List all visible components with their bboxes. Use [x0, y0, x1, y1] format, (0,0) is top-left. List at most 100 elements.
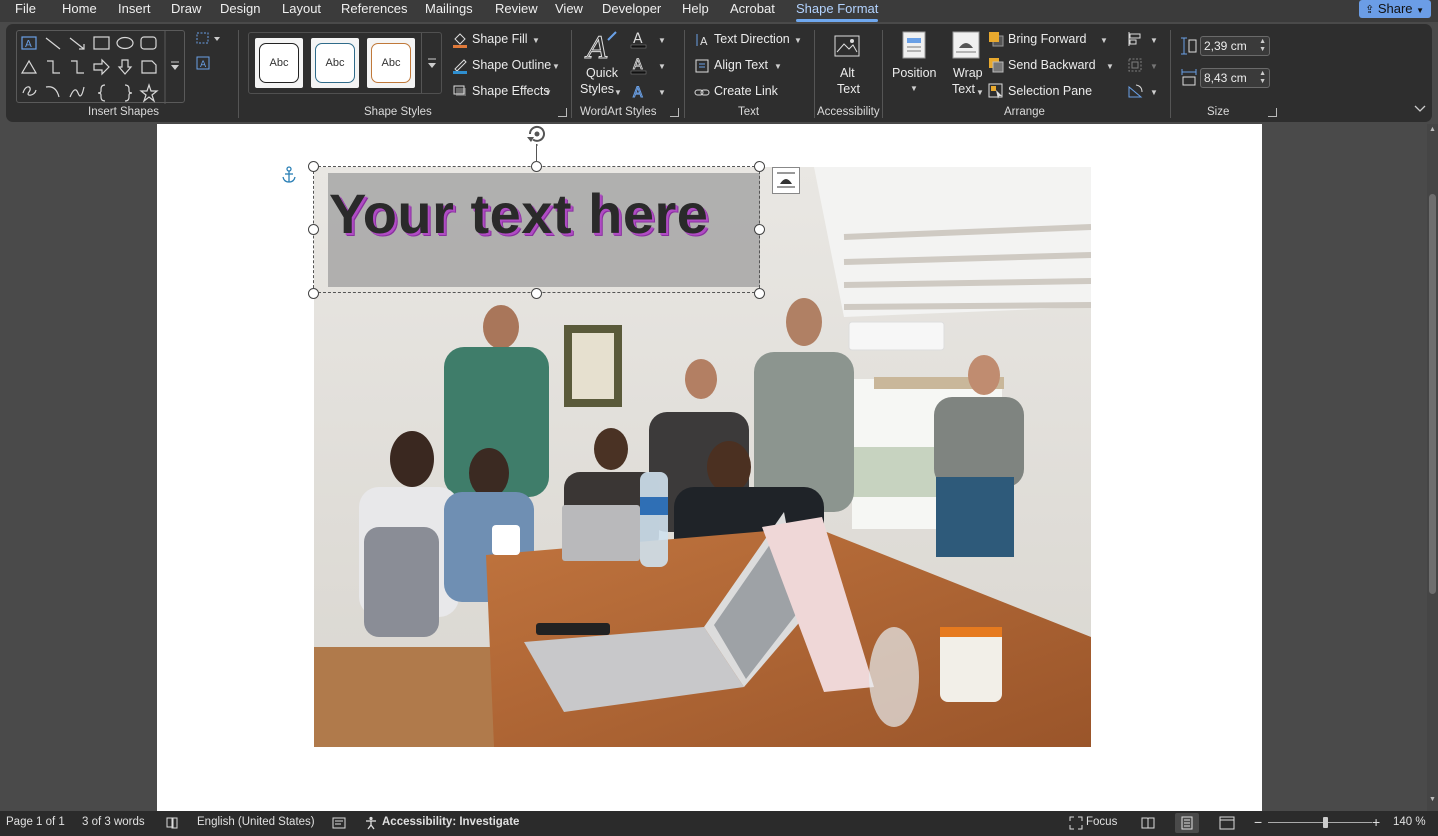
menu-developer[interactable]: Developer — [602, 0, 661, 19]
down-arrow-shape-icon[interactable] — [117, 59, 133, 75]
triangle-shape-icon[interactable] — [20, 59, 38, 74]
menu-acrobat[interactable]: Acrobat — [730, 0, 775, 19]
draw-text-box-button[interactable]: A — [194, 54, 214, 72]
arc-shape-icon[interactable] — [45, 86, 60, 98]
menu-insert[interactable]: Insert — [118, 0, 151, 19]
collapse-ribbon-button[interactable] — [1412, 102, 1428, 116]
accessibility-status[interactable]: Accessibility: Investigate — [382, 816, 519, 828]
scroll-up-icon[interactable]: ▲ — [1429, 126, 1436, 133]
web-layout-icon[interactable] — [1219, 816, 1235, 830]
shape-width-input[interactable]: 8,43 cm ▲ ▼ — [1200, 68, 1270, 88]
spinner-arrows-icon[interactable]: ▲ ▼ — [1259, 38, 1266, 54]
text-fill-button[interactable]: A ▼ — [630, 30, 668, 50]
zoom-slider-thumb[interactable] — [1323, 817, 1329, 828]
share-button[interactable]: ⇪ Share ▼ — [1359, 0, 1431, 18]
shape-fill-button[interactable]: Shape Fill ▼ — [452, 30, 564, 50]
word-count[interactable]: 3 of 3 words — [82, 816, 145, 828]
text-predictions-icon[interactable] — [332, 816, 346, 830]
position-button[interactable]: Position ▼ — [888, 30, 940, 100]
create-link-button[interactable]: Create Link — [694, 82, 794, 102]
rotate-handle-icon[interactable] — [525, 122, 549, 146]
oval-shape-icon[interactable] — [116, 36, 134, 50]
read-mode-icon[interactable] — [1141, 816, 1155, 830]
anchor-icon[interactable] — [281, 166, 297, 184]
bring-forward-button[interactable]: Bring Forward ▼ — [988, 30, 1110, 50]
resize-handle-left[interactable] — [308, 224, 319, 235]
print-layout-button[interactable] — [1175, 813, 1199, 833]
line-shape-icon[interactable] — [45, 37, 61, 50]
scroll-down-icon[interactable]: ▼ — [1429, 796, 1436, 803]
wordart-text[interactable]: Your text here — [329, 181, 708, 246]
shape-style-preset-2[interactable]: Abc — [311, 38, 359, 88]
resize-handle-top-left[interactable] — [308, 161, 319, 172]
menu-home[interactable]: Home — [62, 0, 97, 19]
arrow-line-shape-icon[interactable] — [69, 37, 85, 50]
size-dialog-launcher-icon[interactable] — [1268, 108, 1277, 117]
right-arrow-shape-icon[interactable] — [93, 58, 110, 76]
selection-pane-button[interactable]: Selection Pane — [988, 82, 1110, 102]
rectangle-shape-icon[interactable] — [93, 36, 110, 50]
flowchart-shape-icon[interactable] — [141, 60, 157, 74]
resize-handle-right[interactable] — [754, 224, 765, 235]
wrap-text-button[interactable]: Wrap Text ▼ — [946, 30, 986, 100]
zoom-in-icon[interactable]: + — [1372, 814, 1380, 830]
chevron-down-icon — [1414, 105, 1426, 112]
align-text-button[interactable]: Align Text ▼ — [694, 56, 794, 76]
menu-design[interactable]: Design — [220, 0, 260, 19]
menu-review[interactable]: Review — [495, 0, 538, 19]
resize-handle-top[interactable] — [531, 161, 542, 172]
resize-handle-bottom-right[interactable] — [754, 288, 765, 299]
chevron-down-icon: ▼ — [658, 36, 666, 45]
edit-shape-button[interactable] — [194, 30, 224, 48]
menu-shape-format[interactable]: Shape Format — [796, 0, 879, 22]
shape-style-preset-3[interactable]: Abc — [367, 38, 415, 88]
quick-styles-button[interactable]: A Quick Styles ▼ — [578, 30, 624, 102]
spinner-arrows-icon[interactable]: ▲ ▼ — [1259, 70, 1266, 86]
shape-style-preset-1[interactable]: Abc — [255, 38, 303, 88]
star-shape-icon[interactable] — [139, 83, 159, 103]
text-direction-button[interactable]: A Text Direction ▼ — [694, 30, 812, 50]
right-brace-shape-icon[interactable] — [124, 84, 133, 102]
shape-outline-button[interactable]: Shape Outline ▼ — [452, 56, 564, 76]
left-brace-shape-icon[interactable] — [97, 84, 106, 102]
proofing-book-icon[interactable] — [165, 816, 179, 830]
resize-handle-bottom[interactable] — [531, 288, 542, 299]
zoom-level[interactable]: 140 % — [1393, 816, 1426, 828]
resize-handle-bottom-left[interactable] — [308, 288, 319, 299]
rotate-objects-button[interactable]: ▼ — [1126, 82, 1160, 102]
shape-styles-dialog-launcher-icon[interactable] — [558, 108, 567, 117]
more-shape-styles-button[interactable] — [421, 33, 442, 93]
layout-options-button[interactable] — [772, 167, 800, 194]
zoom-out-icon[interactable]: − — [1254, 814, 1262, 830]
send-backward-button[interactable]: Send Backward ▼ — [988, 56, 1116, 76]
zoom-slider[interactable] — [1268, 822, 1372, 823]
page-count[interactable]: Page 1 of 1 — [6, 816, 65, 828]
menu-help[interactable]: Help — [682, 0, 709, 19]
freeform-shape-icon[interactable] — [22, 86, 37, 96]
shape-height-input[interactable]: 2,39 cm ▲ ▼ — [1200, 36, 1270, 56]
more-styles-icon — [428, 58, 436, 68]
shape-effects-button[interactable]: Shape Effects ▼ — [452, 82, 564, 102]
rounded-rectangle-shape-icon[interactable] — [140, 36, 157, 50]
text-box-shape-icon[interactable]: A — [21, 36, 37, 50]
text-outline-button[interactable]: A ▼ — [630, 56, 668, 76]
text-effects-button[interactable]: A ▼ — [630, 82, 668, 102]
wordart-dialog-launcher-icon[interactable] — [670, 108, 679, 117]
menu-mailings[interactable]: Mailings — [425, 0, 473, 19]
elbow-connector-shape-icon[interactable] — [47, 60, 60, 74]
resize-handle-top-right[interactable] — [754, 161, 765, 172]
align-objects-button[interactable]: ▼ — [1126, 30, 1160, 50]
menu-references[interactable]: References — [341, 0, 407, 19]
vertical-scrollbar[interactable]: ▲ ▼ — [1427, 124, 1438, 811]
scrollbar-thumb[interactable] — [1429, 194, 1436, 594]
menu-draw[interactable]: Draw — [171, 0, 201, 19]
elbow-arrow-connector-shape-icon[interactable] — [71, 60, 84, 74]
menu-view[interactable]: View — [555, 0, 583, 19]
curve-shape-icon[interactable] — [69, 86, 85, 98]
language-indicator[interactable]: English (United States) — [197, 816, 315, 828]
menu-layout[interactable]: Layout — [282, 0, 321, 19]
more-shapes-icon[interactable] — [171, 61, 179, 70]
menu-file[interactable]: File — [15, 0, 36, 19]
focus-mode-button[interactable]: Focus — [1086, 816, 1117, 828]
alt-text-button[interactable]: Alt Text — [828, 30, 868, 100]
